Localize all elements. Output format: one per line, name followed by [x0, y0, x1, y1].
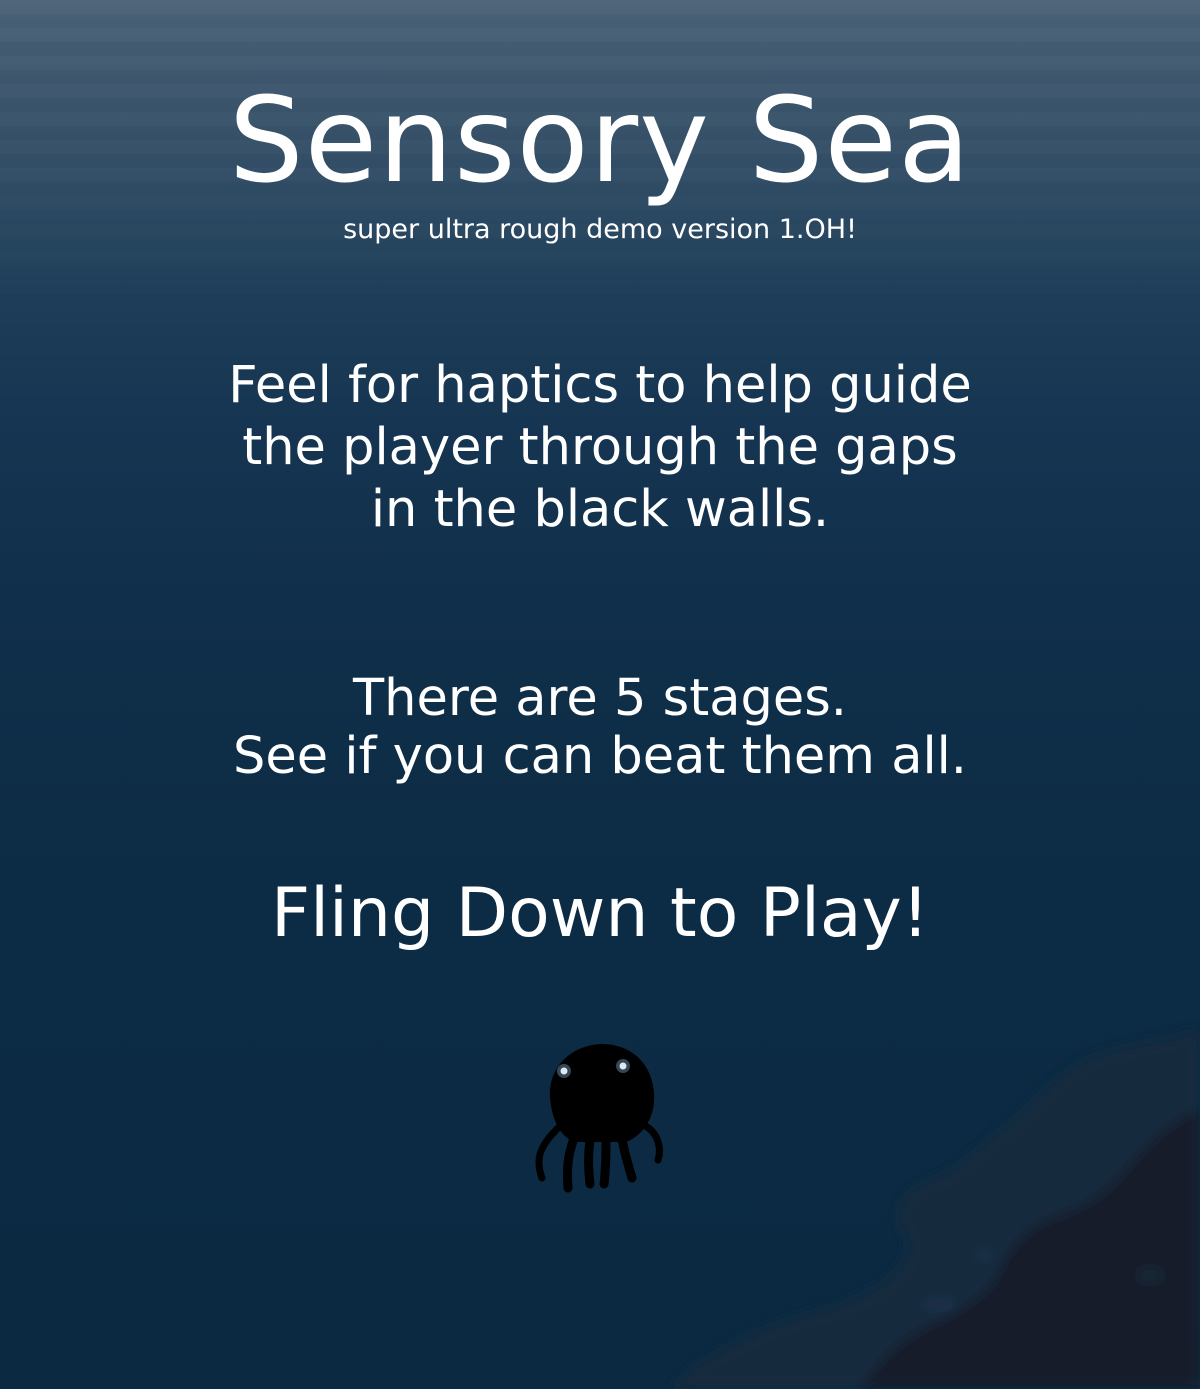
stages-info-line: See if you can beat them all. [232, 727, 968, 786]
stages-info-line: There are 5 stages. [353, 669, 847, 728]
instructions-text: Feel for haptics to help guide the playe… [0, 355, 1200, 541]
game-title: Sensory Sea [228, 71, 972, 209]
instructions-line: the player through the gaps [242, 418, 958, 477]
version-subtitle: super ultra rough demo version 1.OH! [343, 214, 857, 245]
instructions-line: in the black walls. [370, 480, 830, 539]
octopus-player-icon[interactable] [530, 1038, 670, 1193]
stages-info: There are 5 stages. See if you can beat … [0, 670, 1200, 786]
play-prompt[interactable]: Fling Down to Play! [0, 872, 1200, 956]
instructions-line: Feel for haptics to help guide [228, 356, 972, 415]
